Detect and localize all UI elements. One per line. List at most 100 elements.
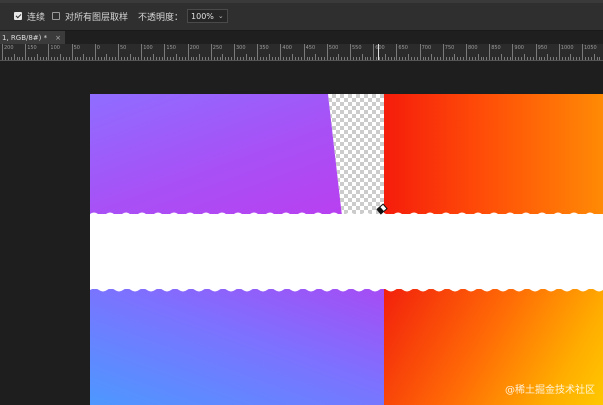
ruler-minor-tick <box>167 57 169 60</box>
ruler-minor-tick <box>80 57 82 60</box>
ruler-minor-tick <box>306 57 308 60</box>
ruler-minor-tick <box>332 57 334 60</box>
ruler-minor-tick <box>103 57 105 60</box>
ruler-minor-tick <box>181 57 183 60</box>
ruler-minor-tick <box>129 54 131 60</box>
ruler-minor-tick <box>379 57 380 60</box>
ruler-minor-tick <box>86 57 88 60</box>
ruler-label: 0 <box>96 45 100 51</box>
opacity-label: 不透明度： <box>138 12 184 23</box>
ruler-label: 500 <box>328 45 339 51</box>
ruler-minor-tick <box>361 54 363 60</box>
ruler-major-tick <box>164 44 166 60</box>
ruler-major-tick <box>210 44 212 60</box>
ruler-major-tick <box>373 44 375 60</box>
ruler-minor-tick <box>355 57 357 60</box>
ruler-minor-tick <box>445 57 447 60</box>
sample-all-layers-checkbox[interactable] <box>52 12 60 20</box>
ruler-minor-tick <box>193 57 195 60</box>
ruler-minor-tick <box>97 57 99 60</box>
document-tab[interactable]: 1, RGB/8#) * × <box>0 31 66 44</box>
ruler-minor-tick <box>155 57 157 60</box>
close-icon[interactable]: × <box>55 34 61 42</box>
white-band-bottom-edge <box>90 287 603 292</box>
ruler-minor-tick <box>393 57 395 60</box>
ruler-minor-tick <box>422 57 424 60</box>
ruler-minor-tick <box>529 57 531 60</box>
contiguous-option[interactable]: 连续 <box>14 9 45 23</box>
ruler-minor-tick <box>39 57 41 60</box>
photoshop-window: 连续 对所有图层取样 不透明度： 100% ⌄ 1, RGB/8#) * × 2… <box>0 0 603 405</box>
ruler-minor-tick <box>68 57 70 60</box>
ruler-minor-tick <box>587 57 589 60</box>
ruler-label: 350 <box>259 45 269 51</box>
ruler-minor-tick <box>399 57 401 60</box>
ruler-minor-tick <box>65 57 67 60</box>
ruler-minor-tick <box>590 57 592 60</box>
ruler-minor-tick <box>184 57 186 60</box>
ruler-minor-tick <box>51 57 53 60</box>
ruler-minor-tick <box>300 57 302 60</box>
ruler-minor-tick <box>173 57 175 60</box>
ruler-minor-tick <box>341 57 343 60</box>
ruler-major-tick <box>396 44 398 60</box>
ruler-minor-tick <box>216 57 218 60</box>
ruler-minor-tick <box>405 57 407 60</box>
ruler-minor-tick <box>483 57 485 60</box>
ruler-minor-tick <box>561 57 563 60</box>
ruler-minor-tick <box>425 57 427 60</box>
ruler-minor-tick <box>231 57 233 60</box>
ruler-minor-tick <box>219 57 221 60</box>
ruler-minor-tick <box>74 57 76 60</box>
ruler-major-tick <box>2 44 3 60</box>
ruler-major-tick <box>25 44 27 60</box>
chevron-down-icon[interactable]: ⌄ <box>218 12 224 20</box>
ruler-minor-tick <box>309 57 311 60</box>
contiguous-label: 连续 <box>27 12 46 23</box>
ruler-label: 700 <box>421 45 432 51</box>
ruler-label: 1000 <box>560 45 574 51</box>
ruler-minor-tick <box>428 57 430 60</box>
ruler-minor-tick <box>19 57 21 60</box>
tool-options-bar: 连续 对所有图层取样 不透明度： 100% ⌄ <box>0 0 603 31</box>
ruler-major-tick <box>419 44 421 60</box>
ruler-minor-tick <box>147 57 148 60</box>
ruler-minor-tick <box>57 57 59 60</box>
ruler-minor-tick <box>567 57 569 60</box>
contiguous-checkbox[interactable] <box>14 12 22 20</box>
ruler-minor-tick <box>292 54 293 60</box>
ruler-minor-tick <box>271 57 273 60</box>
opacity-value: 100% <box>191 11 214 21</box>
ruler-minor-tick <box>524 54 525 60</box>
ruler-minor-tick <box>579 57 581 60</box>
sample-all-layers-option[interactable]: 对所有图层取样 <box>52 9 128 23</box>
ruler-minor-tick <box>364 57 366 60</box>
ruler-minor-tick <box>77 57 79 60</box>
ruler-minor-tick <box>236 57 238 60</box>
document-canvas[interactable] <box>90 94 603 405</box>
ruler-minor-tick <box>402 57 404 60</box>
ruler-minor-tick <box>36 54 38 60</box>
ruler-minor-tick <box>16 57 18 60</box>
ruler-minor-tick <box>202 57 204 60</box>
workspace: @稀土掘金技术社区 <box>0 61 603 405</box>
menu-bar-remnant <box>0 0 603 3</box>
ruler-minor-tick <box>451 57 453 60</box>
opacity-option: 不透明度： 100% ⌄ <box>138 9 228 23</box>
ruler-minor-tick <box>500 54 502 60</box>
ruler-label: 1050 <box>584 45 597 51</box>
ruler-minor-tick <box>439 57 441 60</box>
ruler-minor-tick <box>448 57 450 60</box>
ruler-minor-tick <box>178 57 180 60</box>
ruler-major-tick <box>118 44 119 60</box>
ruler-major-tick <box>141 44 143 60</box>
ruler-minor-tick <box>384 54 386 60</box>
ruler-minor-tick <box>431 54 433 60</box>
ruler-minor-tick <box>248 57 250 60</box>
ruler-minor-tick <box>387 57 389 60</box>
ruler-minor-tick <box>91 57 93 60</box>
ruler-major-tick <box>280 44 282 60</box>
opacity-field[interactable]: 100% ⌄ <box>187 9 228 23</box>
ruler-minor-tick <box>251 57 253 60</box>
ruler-minor-tick <box>437 57 438 60</box>
